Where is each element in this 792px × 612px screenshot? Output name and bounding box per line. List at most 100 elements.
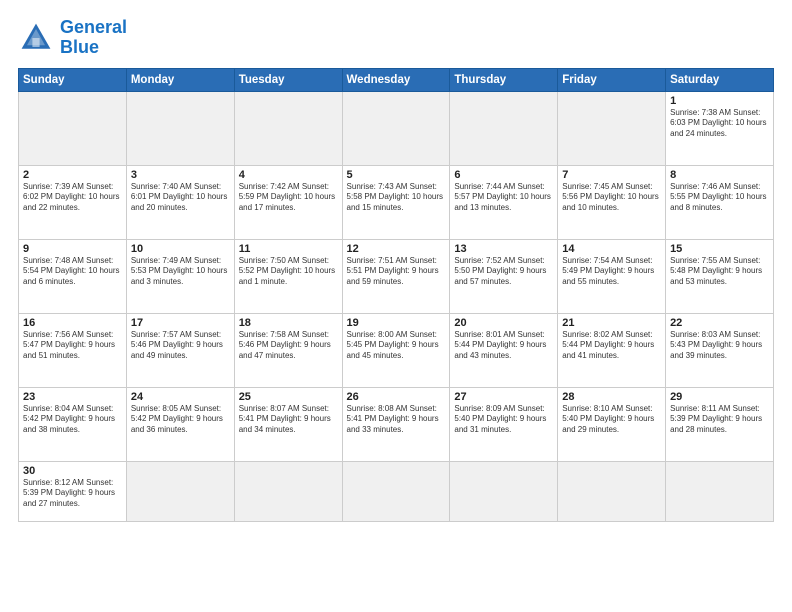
day-info: Sunrise: 7:50 AM Sunset: 5:52 PM Dayligh…: [239, 256, 338, 288]
logo: General Blue: [18, 18, 127, 58]
weekday-header-saturday: Saturday: [666, 68, 774, 91]
calendar-cell: 11Sunrise: 7:50 AM Sunset: 5:52 PM Dayli…: [234, 239, 342, 313]
day-info: Sunrise: 7:46 AM Sunset: 5:55 PM Dayligh…: [670, 182, 769, 214]
calendar-cell: 4Sunrise: 7:42 AM Sunset: 5:59 PM Daylig…: [234, 165, 342, 239]
calendar-cell: 18Sunrise: 7:58 AM Sunset: 5:46 PM Dayli…: [234, 313, 342, 387]
day-info: Sunrise: 7:45 AM Sunset: 5:56 PM Dayligh…: [562, 182, 661, 214]
day-number: 1: [670, 95, 769, 107]
calendar-cell: 10Sunrise: 7:49 AM Sunset: 5:53 PM Dayli…: [126, 239, 234, 313]
day-info: Sunrise: 7:54 AM Sunset: 5:49 PM Dayligh…: [562, 256, 661, 288]
logo-general: General: [60, 17, 127, 37]
calendar-cell: 24Sunrise: 8:05 AM Sunset: 5:42 PM Dayli…: [126, 387, 234, 461]
day-info: Sunrise: 7:55 AM Sunset: 5:48 PM Dayligh…: [670, 256, 769, 288]
calendar-cell: [234, 461, 342, 521]
calendar-cell: 3Sunrise: 7:40 AM Sunset: 6:01 PM Daylig…: [126, 165, 234, 239]
day-info: Sunrise: 8:09 AM Sunset: 5:40 PM Dayligh…: [454, 404, 553, 436]
day-number: 9: [23, 243, 122, 255]
calendar-cell: 13Sunrise: 7:52 AM Sunset: 5:50 PM Dayli…: [450, 239, 558, 313]
calendar-cell: 20Sunrise: 8:01 AM Sunset: 5:44 PM Dayli…: [450, 313, 558, 387]
day-info: Sunrise: 8:07 AM Sunset: 5:41 PM Dayligh…: [239, 404, 338, 436]
calendar-cell: 15Sunrise: 7:55 AM Sunset: 5:48 PM Dayli…: [666, 239, 774, 313]
day-number: 4: [239, 169, 338, 181]
calendar-cell: 30Sunrise: 8:12 AM Sunset: 5:39 PM Dayli…: [19, 461, 127, 521]
calendar-cell: [558, 91, 666, 165]
day-info: Sunrise: 7:40 AM Sunset: 6:01 PM Dayligh…: [131, 182, 230, 214]
calendar-cell: [234, 91, 342, 165]
calendar-week-5: 30Sunrise: 8:12 AM Sunset: 5:39 PM Dayli…: [19, 461, 774, 521]
calendar-cell: 12Sunrise: 7:51 AM Sunset: 5:51 PM Dayli…: [342, 239, 450, 313]
day-number: 8: [670, 169, 769, 181]
day-number: 12: [347, 243, 446, 255]
day-info: Sunrise: 8:11 AM Sunset: 5:39 PM Dayligh…: [670, 404, 769, 436]
calendar-cell: 1Sunrise: 7:38 AM Sunset: 6:03 PM Daylig…: [666, 91, 774, 165]
day-number: 21: [562, 317, 661, 329]
day-number: 22: [670, 317, 769, 329]
calendar-week-0: 1Sunrise: 7:38 AM Sunset: 6:03 PM Daylig…: [19, 91, 774, 165]
day-number: 28: [562, 391, 661, 403]
weekday-header-monday: Monday: [126, 68, 234, 91]
day-number: 16: [23, 317, 122, 329]
weekday-header-thursday: Thursday: [450, 68, 558, 91]
calendar-table: SundayMondayTuesdayWednesdayThursdayFrid…: [18, 68, 774, 522]
calendar-cell: [126, 461, 234, 521]
day-number: 10: [131, 243, 230, 255]
day-info: Sunrise: 8:02 AM Sunset: 5:44 PM Dayligh…: [562, 330, 661, 362]
calendar-cell: 7Sunrise: 7:45 AM Sunset: 5:56 PM Daylig…: [558, 165, 666, 239]
calendar-cell: 23Sunrise: 8:04 AM Sunset: 5:42 PM Dayli…: [19, 387, 127, 461]
calendar-cell: 25Sunrise: 8:07 AM Sunset: 5:41 PM Dayli…: [234, 387, 342, 461]
day-info: Sunrise: 7:38 AM Sunset: 6:03 PM Dayligh…: [670, 108, 769, 140]
calendar-week-2: 9Sunrise: 7:48 AM Sunset: 5:54 PM Daylig…: [19, 239, 774, 313]
calendar-cell: 27Sunrise: 8:09 AM Sunset: 5:40 PM Dayli…: [450, 387, 558, 461]
day-info: Sunrise: 7:56 AM Sunset: 5:47 PM Dayligh…: [23, 330, 122, 362]
calendar-cell: 2Sunrise: 7:39 AM Sunset: 6:02 PM Daylig…: [19, 165, 127, 239]
day-info: Sunrise: 8:05 AM Sunset: 5:42 PM Dayligh…: [131, 404, 230, 436]
logo-icon: [18, 20, 54, 56]
day-info: Sunrise: 7:48 AM Sunset: 5:54 PM Dayligh…: [23, 256, 122, 288]
day-number: 5: [347, 169, 446, 181]
day-info: Sunrise: 8:12 AM Sunset: 5:39 PM Dayligh…: [23, 478, 122, 510]
calendar-cell: [342, 461, 450, 521]
calendar-week-1: 2Sunrise: 7:39 AM Sunset: 6:02 PM Daylig…: [19, 165, 774, 239]
day-number: 18: [239, 317, 338, 329]
calendar-cell: 8Sunrise: 7:46 AM Sunset: 5:55 PM Daylig…: [666, 165, 774, 239]
day-info: Sunrise: 8:04 AM Sunset: 5:42 PM Dayligh…: [23, 404, 122, 436]
day-number: 11: [239, 243, 338, 255]
calendar-cell: 14Sunrise: 7:54 AM Sunset: 5:49 PM Dayli…: [558, 239, 666, 313]
weekday-header-friday: Friday: [558, 68, 666, 91]
calendar-week-3: 16Sunrise: 7:56 AM Sunset: 5:47 PM Dayli…: [19, 313, 774, 387]
day-number: 3: [131, 169, 230, 181]
day-number: 25: [239, 391, 338, 403]
day-info: Sunrise: 7:51 AM Sunset: 5:51 PM Dayligh…: [347, 256, 446, 288]
calendar-cell: [19, 91, 127, 165]
day-info: Sunrise: 8:03 AM Sunset: 5:43 PM Dayligh…: [670, 330, 769, 362]
calendar-cell: 22Sunrise: 8:03 AM Sunset: 5:43 PM Dayli…: [666, 313, 774, 387]
day-info: Sunrise: 7:57 AM Sunset: 5:46 PM Dayligh…: [131, 330, 230, 362]
calendar-cell: 21Sunrise: 8:02 AM Sunset: 5:44 PM Dayli…: [558, 313, 666, 387]
day-number: 14: [562, 243, 661, 255]
calendar-cell: 9Sunrise: 7:48 AM Sunset: 5:54 PM Daylig…: [19, 239, 127, 313]
calendar-cell: [126, 91, 234, 165]
calendar-week-4: 23Sunrise: 8:04 AM Sunset: 5:42 PM Dayli…: [19, 387, 774, 461]
day-number: 27: [454, 391, 553, 403]
header: General Blue: [18, 18, 774, 58]
calendar-cell: 29Sunrise: 8:11 AM Sunset: 5:39 PM Dayli…: [666, 387, 774, 461]
page: General Blue SundayMondayTuesdayWednesda…: [0, 0, 792, 532]
day-info: Sunrise: 7:58 AM Sunset: 5:46 PM Dayligh…: [239, 330, 338, 362]
day-info: Sunrise: 8:01 AM Sunset: 5:44 PM Dayligh…: [454, 330, 553, 362]
calendar-cell: [666, 461, 774, 521]
day-info: Sunrise: 8:10 AM Sunset: 5:40 PM Dayligh…: [562, 404, 661, 436]
day-number: 7: [562, 169, 661, 181]
day-number: 30: [23, 465, 122, 477]
weekday-header-tuesday: Tuesday: [234, 68, 342, 91]
calendar-cell: 28Sunrise: 8:10 AM Sunset: 5:40 PM Dayli…: [558, 387, 666, 461]
day-info: Sunrise: 7:42 AM Sunset: 5:59 PM Dayligh…: [239, 182, 338, 214]
day-info: Sunrise: 7:49 AM Sunset: 5:53 PM Dayligh…: [131, 256, 230, 288]
day-number: 29: [670, 391, 769, 403]
calendar-cell: 17Sunrise: 7:57 AM Sunset: 5:46 PM Dayli…: [126, 313, 234, 387]
day-number: 19: [347, 317, 446, 329]
weekday-header-sunday: Sunday: [19, 68, 127, 91]
day-number: 13: [454, 243, 553, 255]
day-info: Sunrise: 8:00 AM Sunset: 5:45 PM Dayligh…: [347, 330, 446, 362]
day-info: Sunrise: 7:52 AM Sunset: 5:50 PM Dayligh…: [454, 256, 553, 288]
calendar-header: SundayMondayTuesdayWednesdayThursdayFrid…: [19, 68, 774, 91]
